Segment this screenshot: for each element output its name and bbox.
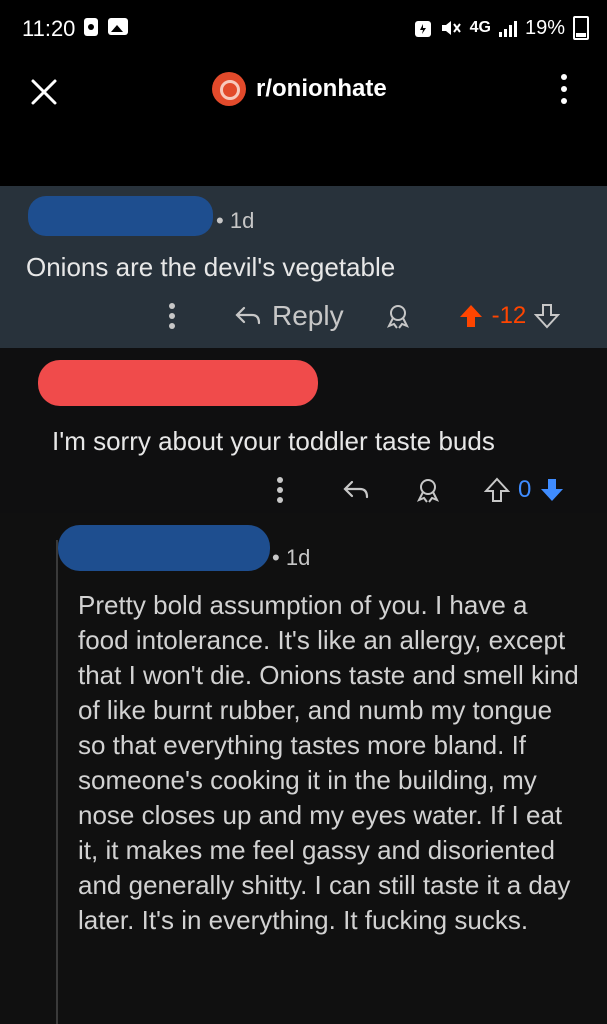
comment-text: Onions are the devil's vegetable — [26, 252, 396, 282]
subreddit-avatar — [212, 72, 246, 106]
status-icons-right: 4G 19% — [414, 16, 589, 40]
upvote-icon[interactable] — [458, 303, 484, 329]
redacted-username — [58, 525, 270, 571]
comment-text: Pretty bold assumption of you. I have a … — [78, 590, 579, 935]
award-icon[interactable] — [414, 476, 442, 504]
saver-icon — [414, 21, 431, 37]
vote-score: -12 — [491, 302, 527, 329]
network-label: 4G — [469, 19, 491, 36]
redacted-username — [28, 196, 213, 236]
downvote-icon[interactable] — [534, 303, 561, 329]
more-options-icon[interactable] — [276, 477, 284, 503]
reply-button[interactable] — [342, 479, 370, 501]
comment-age: • 1d — [272, 545, 311, 570]
thread-line — [56, 540, 58, 1024]
mute-icon — [441, 21, 461, 35]
status-icons-left — [84, 18, 128, 36]
signal-icon — [498, 19, 517, 37]
reply-icon — [343, 480, 369, 499]
comment-text: I'm sorry about your toddler taste buds — [52, 426, 495, 456]
vote-score: 0 — [518, 476, 532, 503]
comment-actions: Reply -12 — [168, 300, 561, 332]
comment-age: • 1d — [216, 208, 255, 233]
status-time: 11:20 — [22, 16, 76, 41]
subreddit-header[interactable]: r/onionhate — [212, 72, 387, 106]
overflow-menu-icon[interactable] — [559, 74, 569, 108]
status-bar: 11:20 4G 19% — [0, 0, 607, 58]
reply-button[interactable]: Reply — [234, 300, 344, 332]
top-bar: r/onionhate — [0, 58, 607, 186]
close-icon[interactable] — [28, 76, 60, 108]
redacted-username — [38, 360, 318, 406]
downvote-icon[interactable] — [539, 477, 565, 503]
comment-actions: 0 — [276, 476, 565, 504]
comment-2: I'm sorry about your toddler taste buds … — [0, 348, 607, 513]
reply-icon — [235, 306, 261, 325]
battery-icon — [573, 16, 589, 40]
more-options-icon[interactable] — [168, 303, 176, 329]
gallery-icon — [108, 18, 128, 35]
battery-percent: 19% — [524, 16, 565, 39]
upvote-icon[interactable] — [484, 477, 510, 503]
award-icon[interactable] — [384, 302, 412, 330]
subreddit-name: r/onionhate — [256, 75, 387, 102]
lock-icon — [84, 18, 98, 36]
comment-1: • 1d Onions are the devil's vegetable Re… — [0, 186, 607, 348]
reply-label: Reply — [272, 300, 344, 331]
